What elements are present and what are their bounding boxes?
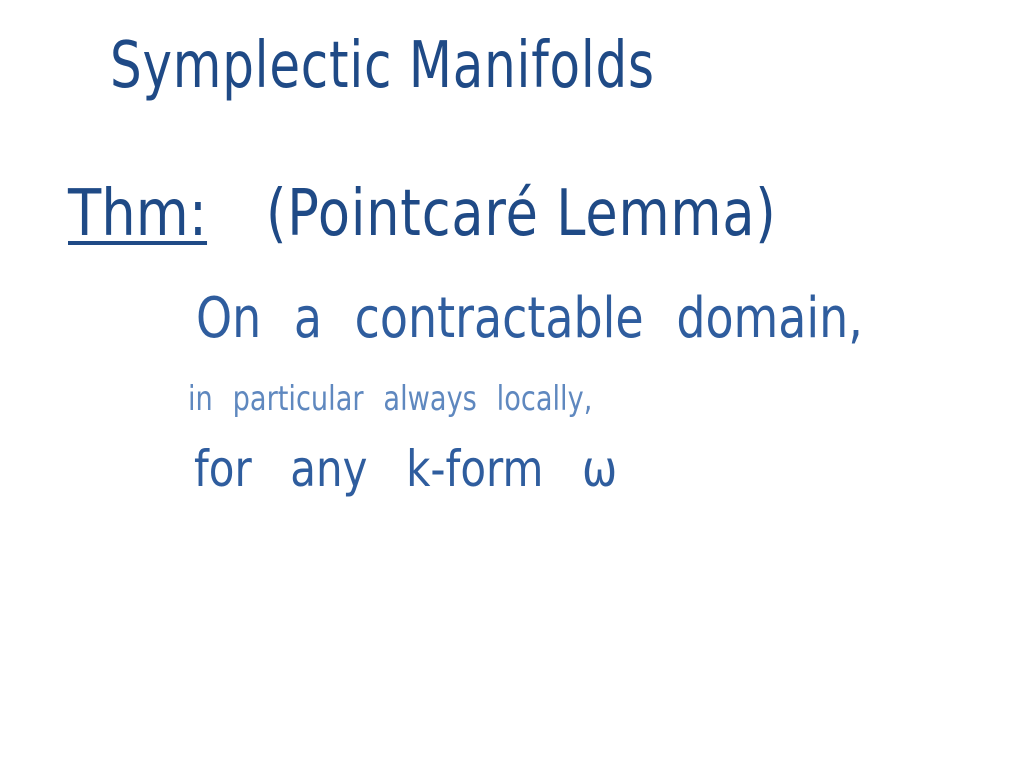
- theorem-name: (Pointcaré Lemma): [266, 177, 777, 251]
- theorem-line-2: in particular always locally,: [188, 379, 593, 419]
- theorem-line-3: for any k-form ω: [194, 440, 618, 498]
- theorem-line-1: On a contractable domain,: [196, 286, 863, 351]
- theorem-label: Thm:: [68, 177, 208, 251]
- whiteboard-canvas: Symplectic Manifolds Thm: (Pointcaré Lem…: [0, 0, 1024, 768]
- note-title: Symplectic Manifolds: [110, 29, 655, 103]
